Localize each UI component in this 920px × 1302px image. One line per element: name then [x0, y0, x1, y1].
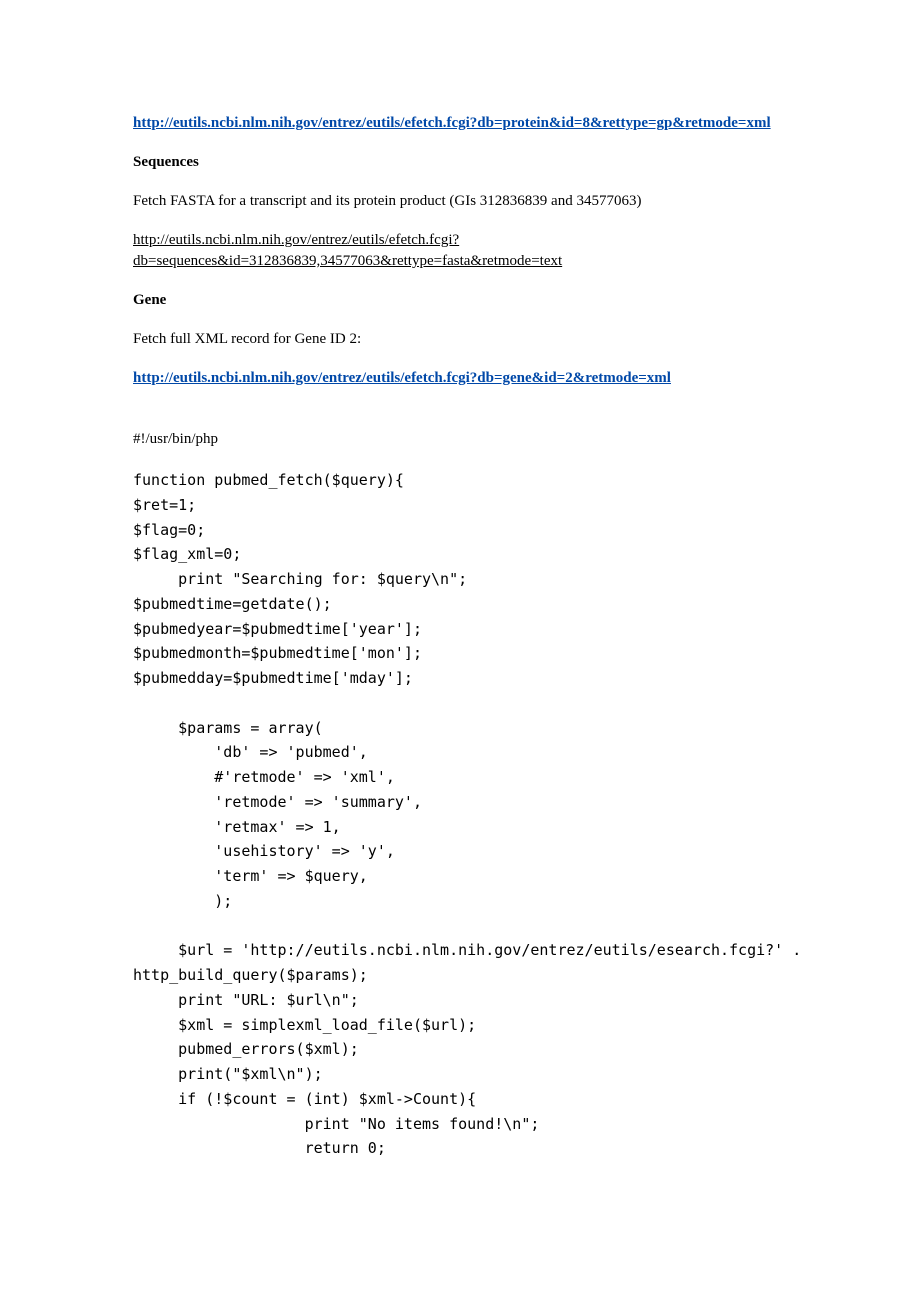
protein-url-link[interactable]: http://eutils.ncbi.nlm.nih.gov/entrez/eu…	[133, 115, 771, 131]
gene-heading: Gene	[133, 292, 166, 308]
sequences-url-link[interactable]: http://eutils.ncbi.nlm.nih.gov/entrez/eu…	[133, 232, 562, 269]
sequences-description: Fetch FASTA for a transcript and its pro…	[133, 193, 641, 209]
gene-url-link[interactable]: http://eutils.ncbi.nlm.nih.gov/entrez/eu…	[133, 370, 671, 386]
sequences-heading: Sequences	[133, 154, 199, 170]
php-code-block: function pubmed_fetch($query){ $ret=1; $…	[133, 468, 787, 1161]
shebang-line: #!/usr/bin/php	[133, 431, 218, 447]
gene-description: Fetch full XML record for Gene ID 2:	[133, 331, 361, 347]
